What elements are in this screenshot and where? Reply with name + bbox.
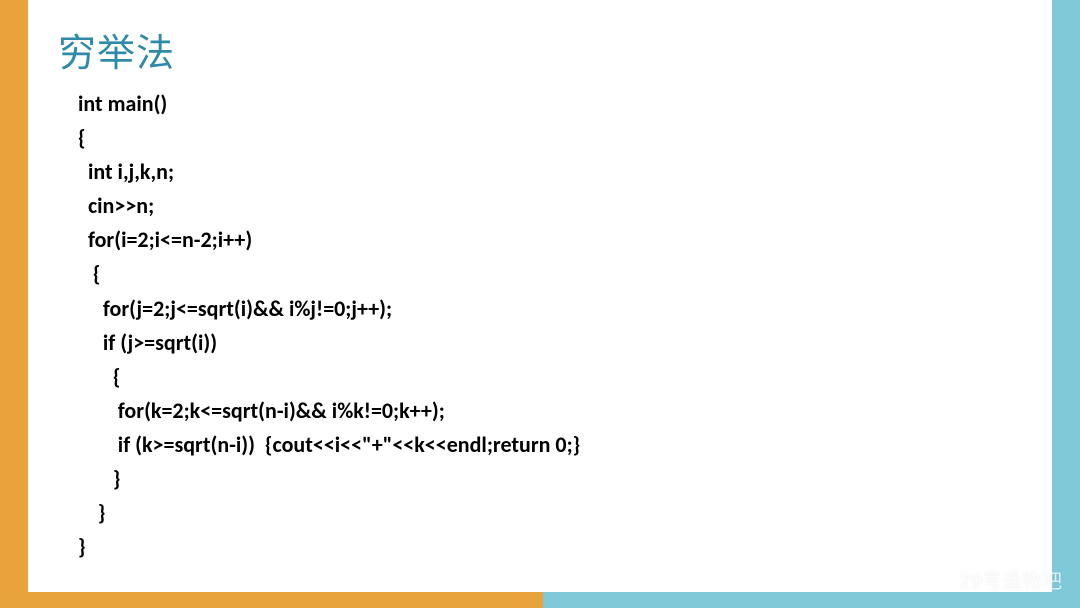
content-card: 穷举法 int main() { int i,j,k,n; cin>>n; fo…	[28, 0, 1052, 592]
code-block: int main() { int i,j,k,n; cin>>n; for(i=…	[58, 87, 1022, 564]
watermark: 29号造物吧	[926, 565, 1062, 594]
wechat-icon	[926, 567, 952, 593]
watermark-text: 29号造物吧	[960, 565, 1062, 594]
slide-title: 穷举法	[58, 22, 1022, 77]
slide-stage: 穷举法 int main() { int i,j,k,n; cin>>n; fo…	[0, 0, 1080, 608]
